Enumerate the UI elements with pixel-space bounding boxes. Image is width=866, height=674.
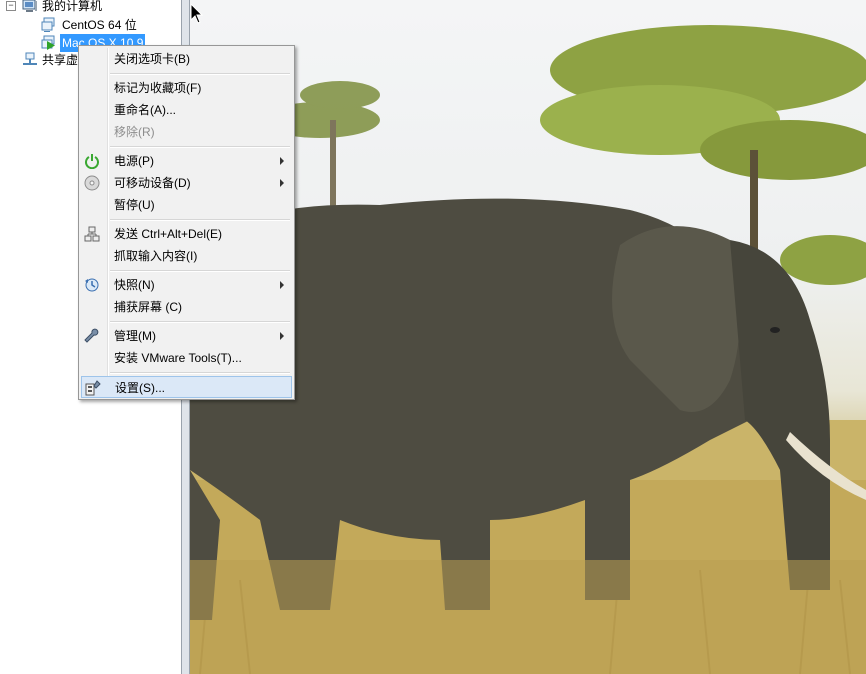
menu-item-label: 标记为收藏项(F): [114, 81, 202, 95]
menu-item-rename[interactable]: 重命名(A)...: [81, 99, 292, 121]
menu-item-label: 快照(N): [114, 278, 155, 292]
removable-device-icon: [84, 175, 100, 191]
menu-item-power[interactable]: 电源(P): [81, 150, 292, 172]
menu-separator: [110, 270, 290, 272]
vm-label: CentOS 64 位: [62, 18, 137, 32]
menu-item-label: 管理(M): [114, 329, 156, 343]
tree-root-label: 我的计算机: [42, 0, 103, 13]
menu-item-mark-favorite[interactable]: 标记为收藏项(F): [81, 77, 292, 99]
menu-item-label: 抓取输入内容(I): [114, 249, 198, 263]
submenu-arrow-icon: [280, 281, 284, 289]
menu-item-remove: 移除(R): [81, 121, 292, 143]
vm-context-menu: 关闭选项卡(B) 标记为收藏项(F) 重命名(A)... 移除(R) 电源(P)…: [78, 45, 295, 400]
network-keys-icon: [84, 226, 100, 242]
menu-item-label: 设置(S)...: [115, 381, 165, 395]
menu-item-label: 安装 VMware Tools(T)...: [114, 351, 242, 365]
settings-icon: [85, 380, 101, 396]
menu-item-label: 重命名(A)...: [114, 103, 176, 117]
submenu-arrow-icon: [280, 179, 284, 187]
menu-item-label: 暂停(U): [114, 198, 155, 212]
menu-item-install-vmware-tools[interactable]: 安装 VMware Tools(T)...: [81, 347, 292, 369]
computer-icon: [22, 0, 37, 12]
menu-item-snapshot[interactable]: 快照(N): [81, 274, 292, 296]
snapshot-icon: [85, 278, 99, 292]
mouse-pointer-icon: [191, 4, 203, 24]
menu-item-close-tab[interactable]: 关闭选项卡(B): [81, 48, 292, 70]
power-icon: [85, 154, 99, 169]
menu-item-label: 捕获屏幕 (C): [114, 300, 182, 314]
menu-separator: [110, 219, 290, 221]
menu-item-send-ctrl-alt-del[interactable]: 发送 Ctrl+Alt+Del(E): [81, 223, 292, 245]
menu-item-manage[interactable]: 管理(M): [81, 325, 292, 347]
tree-item-my-computer[interactable]: − 我的计算机: [0, 0, 181, 15]
menu-item-label: 发送 Ctrl+Alt+Del(E): [114, 227, 223, 241]
menu-item-pause[interactable]: 暂停(U): [81, 194, 292, 216]
menu-separator: [110, 321, 290, 323]
collapse-icon[interactable]: −: [6, 1, 16, 11]
menu-item-settings[interactable]: 设置(S)...: [81, 376, 292, 398]
menu-item-label: 关闭选项卡(B): [114, 52, 190, 66]
menu-item-removable-devices[interactable]: 可移动设备(D): [81, 172, 292, 194]
menu-item-capture-screen[interactable]: 捕获屏幕 (C): [81, 296, 292, 318]
tree-item-vm[interactable]: CentOS 64 位: [0, 16, 181, 34]
menu-item-label: 移除(R): [114, 125, 155, 139]
submenu-arrow-icon: [280, 332, 284, 340]
submenu-arrow-icon: [280, 157, 284, 165]
menu-item-label: 电源(P): [114, 154, 154, 168]
menu-item-grab-input[interactable]: 抓取输入内容(I): [81, 245, 292, 267]
menu-separator: [110, 146, 290, 148]
shared-vm-icon: [23, 52, 37, 65]
vm-icon: [41, 17, 55, 32]
menu-separator: [110, 73, 290, 75]
wrench-icon: [84, 328, 99, 343]
vm-running-icon: [41, 35, 55, 50]
shared-vms-label: 共享虚: [42, 53, 79, 67]
menu-item-label: 可移动设备(D): [114, 176, 191, 190]
menu-separator: [110, 372, 290, 374]
